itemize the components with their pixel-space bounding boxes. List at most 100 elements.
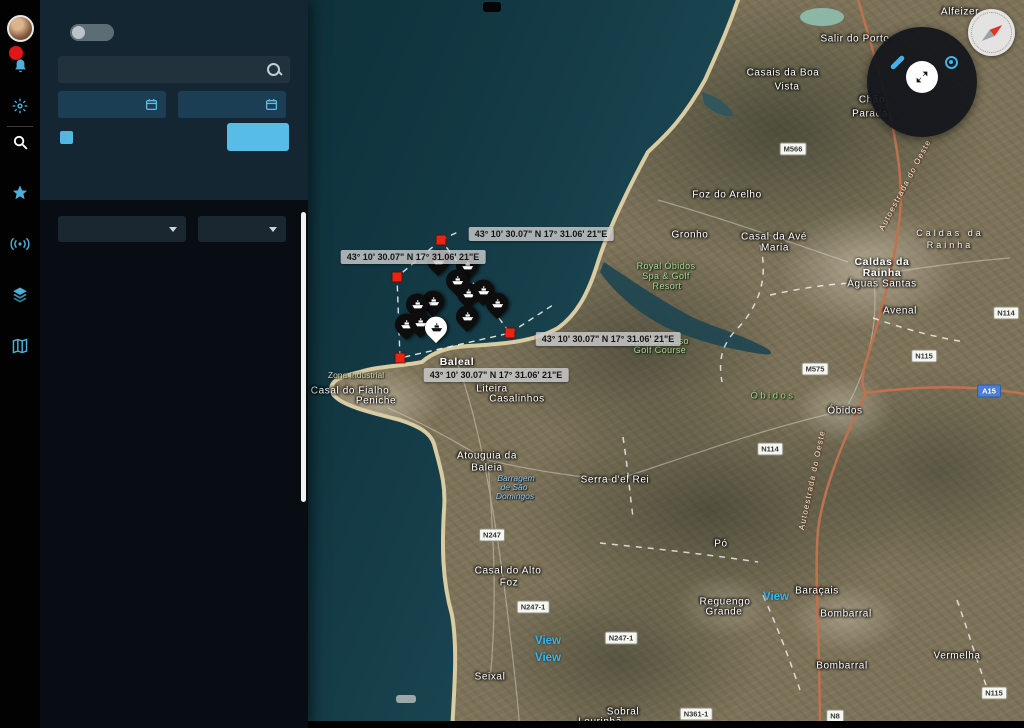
vessel-map-pin[interactable] [456, 306, 478, 328]
map-place-label: Baraçais [795, 586, 839, 597]
auto-refresh-checkbox[interactable] [60, 131, 73, 144]
layers-icon [11, 286, 29, 304]
type-filter-dropdown[interactable] [198, 216, 286, 242]
map-place-label: Salir do Porto [821, 34, 890, 45]
live-signal-icon [10, 236, 30, 252]
coordinate-label: 43° 10' 30.07" N 17° 31.06' 21"E [469, 227, 614, 241]
geofence-vertex-handle[interactable] [396, 354, 405, 363]
vessel-map-pin[interactable] [486, 293, 508, 315]
map-place-label: Peniche [356, 396, 396, 407]
map-place-label: M575 [802, 363, 829, 376]
search-field-wrap [58, 56, 290, 83]
map-place-label: Óbidos [827, 406, 862, 417]
date-from-button[interactable] [58, 91, 166, 118]
compass-rose[interactable] [968, 9, 1015, 56]
sidebar-item-layers[interactable] [0, 286, 40, 307]
map-place-label: Resort [653, 281, 682, 291]
map-place-label: Golf Course [634, 345, 686, 355]
expand-arrows-icon [914, 69, 930, 85]
notifications-bell-icon[interactable] [12, 58, 29, 75]
sidebar-item-favorites[interactable] [0, 184, 40, 204]
map-place-label: M566 [780, 143, 807, 156]
result-tabs [58, 172, 97, 180]
explorer-search-panel [40, 0, 308, 728]
search-input[interactable] [58, 64, 266, 75]
target-record-icon[interactable] [945, 56, 958, 69]
star-icon [11, 184, 29, 201]
map-place-label: View [535, 635, 561, 647]
map-place-label: Casais da Boa [747, 68, 820, 79]
map-place-label: N247-1 [605, 632, 638, 645]
map-place-label: Rainha [863, 267, 902, 279]
results-section [40, 200, 308, 728]
map-place-label: N114 [993, 307, 1019, 320]
calendar-icon [145, 98, 158, 111]
ship-icon [430, 321, 443, 334]
ship-icon [491, 297, 504, 310]
map-place-label: Atouguia da [457, 451, 517, 462]
map-place-label: Vista [774, 82, 799, 93]
map-place-label: Foz [500, 578, 518, 589]
list-scrollbar[interactable] [301, 212, 306, 502]
map-place-label: N114 [757, 443, 783, 456]
map-place-label: A15 [977, 385, 1001, 398]
map-place-label: Caldas da [916, 228, 984, 238]
map-place-label: Casal do Alto [475, 566, 542, 577]
map-place-label: Avenal [883, 306, 917, 317]
compass-needle-icon [977, 19, 1006, 46]
search-form-section [40, 0, 308, 200]
geofence-vertex-handle[interactable] [393, 273, 402, 282]
map-place-label: Rainha [927, 240, 974, 250]
map-place-label: Pó [714, 539, 727, 550]
map-place-label: Serra d'el Rei [581, 475, 650, 486]
user-avatar[interactable] [7, 15, 34, 42]
map-tools-widget [867, 27, 977, 137]
inlet-shape [702, 92, 734, 116]
calendar-icon [265, 98, 278, 111]
expand-tool-button[interactable] [906, 61, 938, 93]
lake-shape [800, 8, 844, 26]
map-place-label: Casalinhos [489, 394, 544, 405]
app-window: { "app": { "explorer_badge": "Explorer",… [0, 0, 1024, 728]
date-to-button[interactable] [178, 91, 286, 118]
map-place-label: Gronho [672, 230, 709, 241]
map-place-label: Domingos [496, 491, 534, 501]
map-place-label: Casal da Avé [741, 232, 807, 243]
map-place-label: Bombarral [820, 609, 872, 620]
map-place-label: N247 [479, 529, 505, 542]
sidebar-item-map-type[interactable] [0, 338, 40, 357]
map-place-label: N115 [911, 350, 937, 363]
people-filter-dropdown[interactable] [58, 216, 186, 242]
search-icon[interactable] [266, 62, 282, 78]
sidebar-item-explorer[interactable] [0, 134, 40, 154]
sidebar-item-live[interactable] [0, 236, 40, 255]
geofence-vertex-handle[interactable] [437, 236, 446, 245]
edit-area-toggle[interactable] [70, 24, 114, 41]
map-place-label: Grande [706, 607, 743, 618]
chevron-down-icon [269, 227, 277, 232]
coordinate-label: 43° 10' 30.07" N 17° 31.06' 21"E [424, 368, 569, 382]
map-place-label: N247-1 [517, 601, 550, 614]
map-place-label: N361-1 [680, 708, 713, 721]
geofence-vertex-handle[interactable] [506, 329, 515, 338]
map-place-label: Zona Industrial [328, 370, 384, 380]
map-place-label: View [535, 652, 561, 664]
notification-count-badge [9, 46, 23, 60]
map-type-icon [11, 338, 29, 354]
vessel-map-pin[interactable] [425, 317, 447, 339]
map-place-label: Baleia [471, 463, 502, 474]
search-button[interactable] [227, 123, 289, 151]
map-place-label: View [763, 591, 789, 603]
ship-icon [427, 295, 440, 308]
settings-gear-icon[interactable] [12, 98, 28, 114]
map-place-label: Spa & Golf [642, 271, 690, 281]
coordinate-label: 43° 10' 30.07" N 17° 31.06' 21"E [536, 332, 681, 346]
vessel-list [40, 252, 308, 728]
map-place-label: Royal Óbidos [637, 261, 696, 271]
map-place-label: Baleal [440, 356, 475, 368]
ship-icon [411, 298, 424, 311]
map-center-coordinates [396, 695, 416, 703]
chevron-down-icon [169, 227, 177, 232]
map-place-label: Maria [761, 243, 789, 254]
draw-pencil-icon[interactable] [890, 55, 906, 71]
